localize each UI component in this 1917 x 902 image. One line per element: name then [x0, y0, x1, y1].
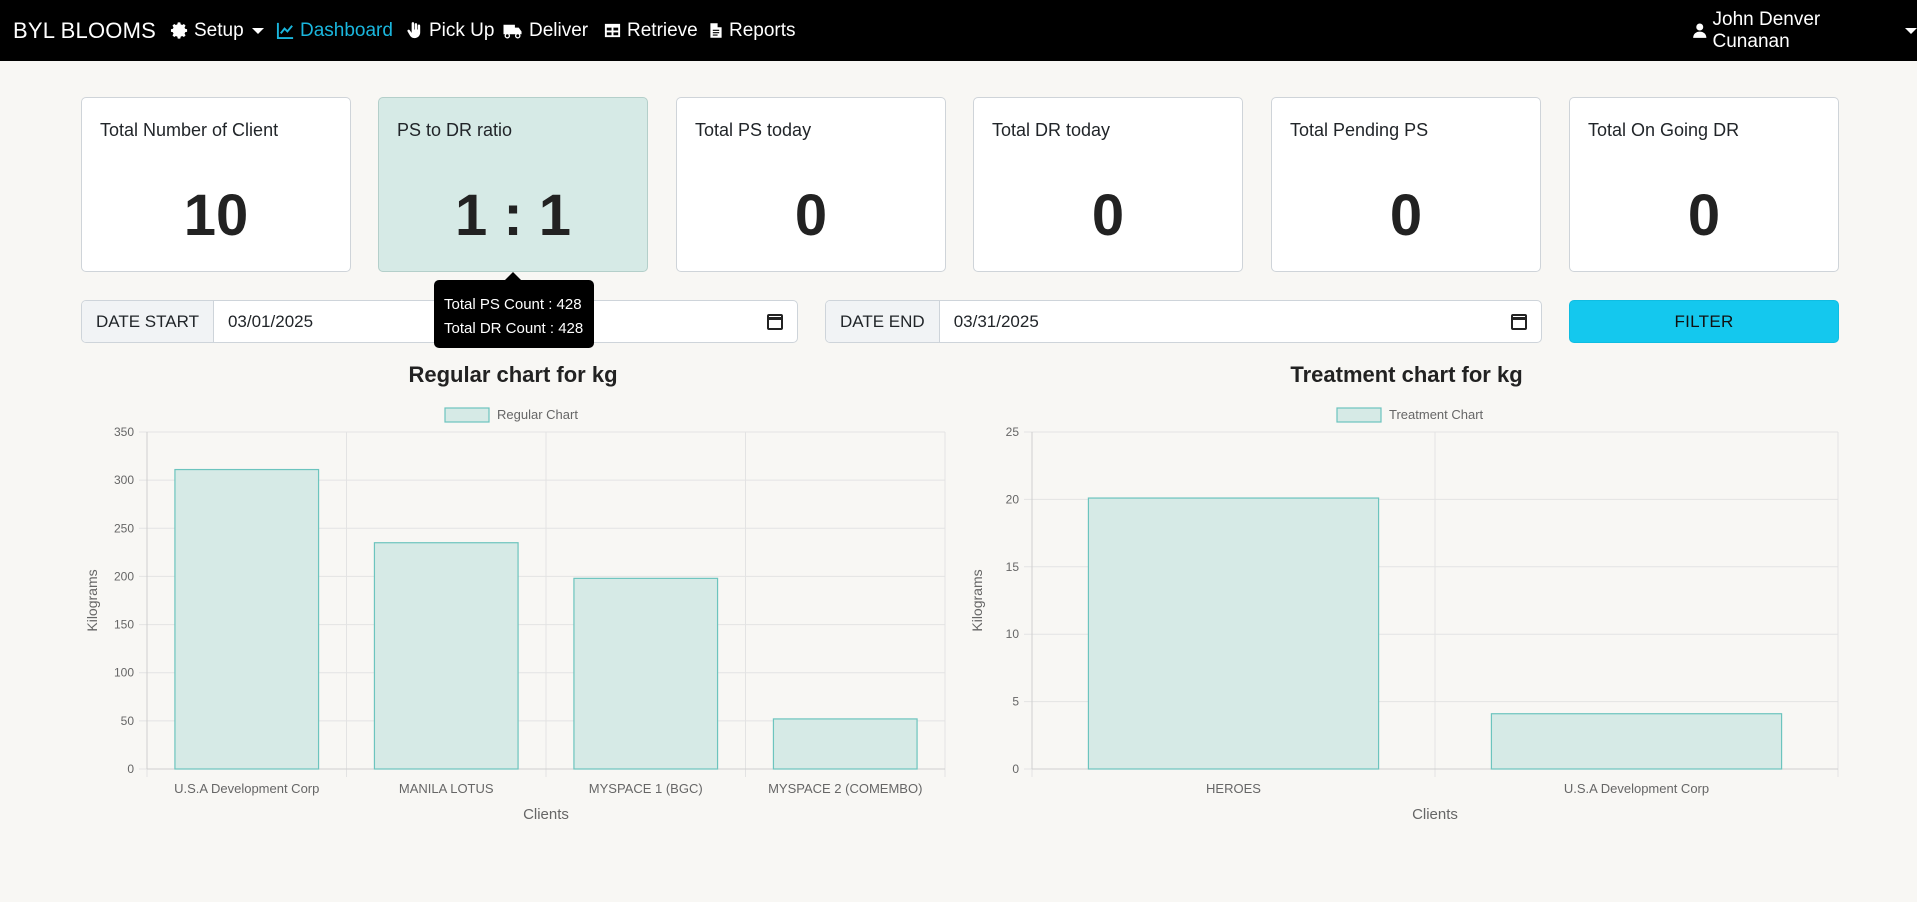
- treatment-chart-title: Treatment chart for kg: [1290, 362, 1523, 387]
- regular-y-tick: 250: [114, 521, 134, 535]
- regular-y-tick: 100: [114, 666, 134, 680]
- card-value: 0: [1389, 183, 1423, 248]
- nav-setup-label: Setup: [194, 19, 244, 41]
- calendar-icon[interactable]: [1511, 313, 1527, 330]
- filter-button[interactable]: FILTER: [1569, 300, 1839, 343]
- card-total-dr-today: Total DR today 0: [973, 97, 1243, 272]
- card-value: 0: [1687, 183, 1721, 248]
- regular-y-tick: 50: [121, 714, 135, 728]
- date-start-label: DATE START: [82, 301, 214, 342]
- date-end-label: DATE END: [826, 301, 940, 342]
- regular-x-tick: U.S.A Development Corp: [174, 781, 319, 796]
- treatment-y-tick: 25: [1006, 425, 1020, 439]
- treatment-legend-swatch: [1336, 407, 1382, 423]
- regular-y-tick: 350: [114, 425, 134, 439]
- nav-pick-up[interactable]: Pick Up: [405, 0, 494, 61]
- treatment-y-axis-title: Kilograms: [969, 569, 985, 631]
- nav-pick-up-label: Pick Up: [429, 19, 495, 41]
- card-title: PS to DR ratio: [397, 120, 513, 140]
- treatment-y-tick: 0: [1012, 762, 1019, 776]
- regular-bar: [373, 542, 519, 770]
- nav-retrieve[interactable]: Retrieve: [603, 0, 698, 61]
- regular-x-axis-title: Clients: [523, 806, 569, 823]
- regular-x-tick: MYSPACE 2 (COMEMBO): [768, 781, 922, 796]
- card-value: 0: [1091, 183, 1125, 248]
- nav-deliver-label: Deliver: [529, 19, 589, 41]
- gear-icon: [170, 22, 188, 39]
- tooltip-dr-count: Total DR Count : 428: [444, 320, 584, 337]
- date-end-group: DATE END 03/31/2025: [825, 300, 1542, 343]
- regular-y-tick: 200: [114, 569, 134, 583]
- user-menu[interactable]: John Denver Cunanan: [1692, 0, 1917, 61]
- treatment-y-tick: 15: [1006, 560, 1020, 574]
- calendar-icon[interactable]: [767, 313, 783, 330]
- treatment-y-tick: 10: [1006, 627, 1020, 641]
- treatment-x-tick: U.S.A Development Corp: [1564, 781, 1709, 796]
- card-value: 10: [183, 183, 249, 248]
- hand-icon: [407, 22, 421, 39]
- top-navbar: BYL BLOOMS Setup Dashboard Pick Up Deliv…: [0, 0, 1917, 61]
- card-value: 1 : 1: [454, 183, 572, 248]
- treatment-y-tick: 5: [1012, 695, 1019, 709]
- chart-line-icon: [276, 22, 294, 40]
- regular-x-tick: MYSPACE 1 (BGC): [589, 781, 703, 796]
- card-title: Total PS today: [695, 120, 812, 140]
- user-name: John Denver Cunanan: [1712, 8, 1821, 52]
- nav-reports-label: Reports: [729, 19, 796, 41]
- regular-chart-title: Regular chart for kg: [408, 362, 618, 387]
- regular-bar: [573, 577, 719, 770]
- treatment-bar: [1087, 497, 1380, 770]
- treatment-x-tick: HEROES: [1206, 781, 1261, 796]
- truck-icon: [503, 24, 522, 39]
- treatment-x-axis-title: Clients: [1412, 806, 1458, 823]
- card-ps-dr-ratio[interactable]: PS to DR ratio 1 : 1: [378, 97, 648, 272]
- treatment-bar: [1490, 713, 1783, 770]
- chevron-down-icon: [1905, 27, 1917, 34]
- nav-dashboard-label: Dashboard: [300, 19, 393, 41]
- regular-bar: [772, 718, 918, 770]
- regular-bar: [174, 468, 320, 770]
- card-value: 0: [794, 183, 828, 248]
- card-total-ps-today: Total PS today 0: [676, 97, 946, 272]
- tooltip-ps-count: Total PS Count : 428: [444, 296, 582, 313]
- regular-x-tick: MANILA LOTUS: [399, 781, 494, 796]
- tooltip-arrow: [505, 272, 521, 280]
- nav-dashboard[interactable]: Dashboard: [276, 0, 393, 61]
- nav-reports[interactable]: Reports: [708, 0, 796, 61]
- chevron-down-icon: [251, 27, 264, 34]
- nav-deliver[interactable]: Deliver: [502, 0, 588, 61]
- date-end-value: 03/31/2025: [953, 311, 1039, 331]
- regular-legend-label: Regular Chart: [497, 407, 578, 422]
- date-start-value: 03/01/2025: [227, 311, 314, 331]
- nav-retrieve-label: Retrieve: [627, 19, 698, 41]
- card-title: Total Pending PS: [1290, 120, 1429, 140]
- ratio-tooltip: Total PS Count : 428 Total DR Count : 42…: [434, 280, 594, 348]
- regular-y-tick: 300: [114, 473, 134, 487]
- brand-logo[interactable]: BYL BLOOMS: [13, 18, 156, 44]
- table-icon: [604, 23, 621, 38]
- regular-y-axis-title: Kilograms: [84, 569, 100, 631]
- regular-legend-swatch: [444, 407, 490, 423]
- card-title: Total Number of Client: [100, 120, 279, 140]
- card-title: Total On Going DR: [1588, 120, 1740, 140]
- file-icon: [710, 23, 722, 38]
- regular-y-tick: 0: [127, 762, 134, 776]
- date-end-input[interactable]: 03/31/2025: [940, 301, 1541, 342]
- card-total-pending-ps: Total Pending PS 0: [1271, 97, 1541, 272]
- treatment-y-tick: 20: [1006, 492, 1020, 506]
- card-total-ongoing-dr: Total On Going DR 0: [1569, 97, 1839, 272]
- card-title: Total DR today: [992, 120, 1111, 140]
- card-total-clients: Total Number of Client 10: [81, 97, 351, 272]
- user-icon: [1693, 23, 1707, 38]
- regular-y-tick: 150: [114, 618, 134, 632]
- treatment-legend-label: Treatment Chart: [1389, 407, 1484, 422]
- nav-setup[interactable]: Setup: [170, 0, 264, 61]
